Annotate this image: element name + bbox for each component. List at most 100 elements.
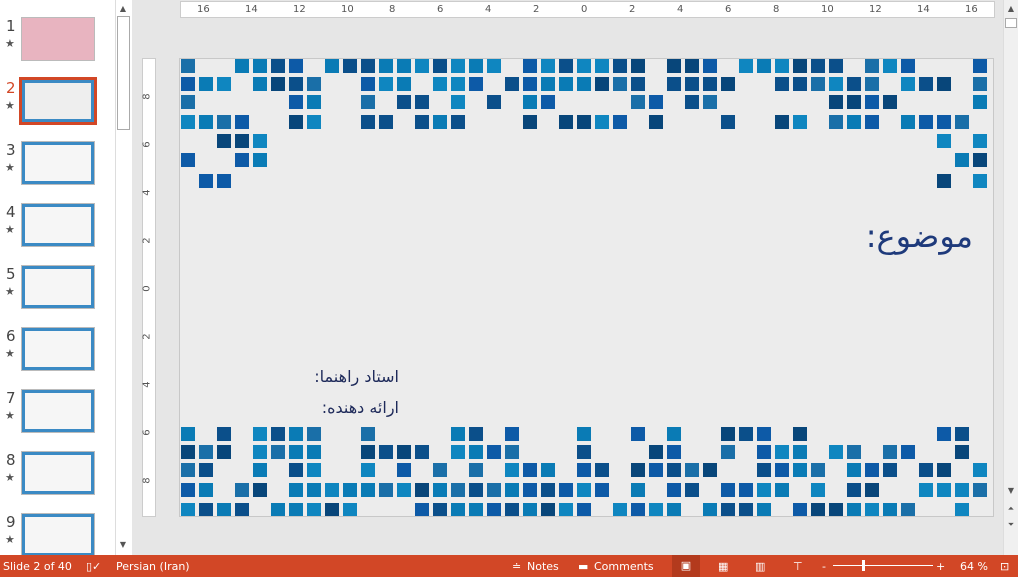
decorative-square bbox=[379, 77, 393, 91]
presenter-label[interactable]: ارائه دهنده: bbox=[322, 398, 399, 417]
decorative-square bbox=[253, 427, 267, 441]
slide-thumbnail-image[interactable] bbox=[21, 203, 95, 247]
editor-scrollbar[interactable]: ▲ ▼ ⏶ ⏷ bbox=[1003, 0, 1018, 555]
previous-slide-button[interactable]: ⏶ bbox=[1004, 502, 1018, 516]
slide-title[interactable]: موضوع: bbox=[866, 217, 973, 255]
supervisor-label[interactable]: استاد راهنما: bbox=[314, 367, 399, 386]
spellcheck-icon[interactable]: ▯✓ bbox=[86, 560, 101, 573]
decorative-square bbox=[433, 503, 447, 516]
slide-thumbnail[interactable]: 8 ★ bbox=[0, 451, 110, 513]
slide-thumbnail[interactable]: 6 ★ bbox=[0, 327, 110, 389]
ruler-label: 16 bbox=[197, 4, 210, 15]
decorative-square bbox=[595, 463, 609, 477]
zoom-slider-thumb[interactable] bbox=[862, 560, 865, 571]
decorative-square bbox=[235, 134, 249, 148]
decorative-square bbox=[811, 503, 825, 516]
slide-canvas[interactable]: موضوع: استاد راهنما: ارائه دهنده: bbox=[179, 58, 994, 517]
decorative-square bbox=[631, 59, 645, 73]
animation-star-icon: ★ bbox=[5, 99, 15, 112]
slide-sorter-button[interactable]: ▦ bbox=[718, 560, 728, 573]
language-indicator[interactable]: Persian (Iran) bbox=[116, 560, 190, 573]
decorative-square bbox=[901, 115, 915, 129]
thumbnail-scrollbar[interactable]: ▲ ▼ bbox=[115, 0, 131, 555]
decorative-square bbox=[973, 77, 987, 91]
decorative-square bbox=[361, 77, 375, 91]
decorative-square bbox=[865, 95, 879, 109]
decorative-square bbox=[451, 445, 465, 459]
animation-star-icon: ★ bbox=[5, 533, 15, 546]
zoom-level[interactable]: 64 % bbox=[960, 560, 988, 573]
decorative-square bbox=[541, 503, 555, 516]
zoom-out-button[interactable]: - bbox=[822, 560, 826, 573]
decorative-square bbox=[181, 503, 195, 516]
decorative-square bbox=[199, 463, 213, 477]
slide-thumbnail[interactable]: 5 ★ bbox=[0, 265, 110, 327]
decorative-square bbox=[775, 77, 789, 91]
normal-view-button[interactable]: ▣ bbox=[672, 555, 700, 577]
decorative-square bbox=[217, 427, 231, 441]
decorative-square bbox=[559, 77, 573, 91]
reading-view-button[interactable]: ▥ bbox=[755, 560, 765, 573]
slide-thumbnail[interactable]: 3 ★ bbox=[0, 141, 110, 203]
decorative-square bbox=[181, 59, 195, 73]
decorative-square bbox=[577, 77, 591, 91]
decorative-square bbox=[919, 115, 933, 129]
decorative-square bbox=[289, 115, 303, 129]
slide-thumbnail[interactable]: 7 ★ bbox=[0, 389, 110, 451]
slide-thumbnail[interactable]: 4 ★ bbox=[0, 203, 110, 265]
decorative-square bbox=[361, 445, 375, 459]
decorative-square bbox=[613, 77, 627, 91]
slide-thumbnail-image[interactable] bbox=[21, 17, 95, 61]
slide-thumbnail-image[interactable] bbox=[21, 513, 95, 557]
scroll-up-button[interactable]: ▲ bbox=[116, 2, 130, 16]
slide-thumbnail-image[interactable] bbox=[21, 327, 95, 371]
decorative-square bbox=[757, 483, 771, 497]
decorative-square bbox=[649, 445, 663, 459]
decorative-square bbox=[253, 483, 267, 497]
decorative-square bbox=[901, 503, 915, 516]
decorative-square bbox=[487, 503, 501, 516]
notes-button[interactable]: Notes bbox=[527, 560, 559, 573]
decorative-square bbox=[451, 483, 465, 497]
scroll-thumb[interactable] bbox=[117, 16, 130, 130]
decorative-square bbox=[703, 503, 717, 516]
decorative-square bbox=[415, 115, 429, 129]
comments-button[interactable]: Comments bbox=[594, 560, 654, 573]
scroll-up-button[interactable]: ▲ bbox=[1004, 2, 1018, 16]
decorative-square bbox=[811, 59, 825, 73]
ruler-label: 12 bbox=[869, 4, 882, 15]
decorative-square bbox=[811, 483, 825, 497]
notes-icon[interactable]: ≐ bbox=[512, 560, 521, 573]
slide-thumbnail[interactable]: 1 ★ bbox=[0, 17, 110, 79]
zoom-slider[interactable] bbox=[833, 565, 933, 566]
slide-thumbnail-image[interactable] bbox=[21, 389, 95, 433]
slideshow-button[interactable]: ⊤ bbox=[793, 560, 803, 573]
decorative-square bbox=[181, 445, 195, 459]
slide-thumbnail-image[interactable] bbox=[21, 451, 95, 495]
ruler-label: 4 bbox=[141, 189, 153, 196]
ruler-label: 16 bbox=[965, 4, 978, 15]
scroll-down-button[interactable]: ▼ bbox=[116, 538, 130, 552]
scroll-down-button[interactable]: ▼ bbox=[1004, 484, 1018, 498]
slide-thumbnail-image[interactable] bbox=[21, 265, 95, 309]
fit-to-window-icon[interactable]: ⊡ bbox=[1000, 560, 1009, 573]
slide-thumbnail-image[interactable] bbox=[21, 141, 95, 185]
scroll-thumb[interactable] bbox=[1005, 18, 1017, 28]
decorative-square bbox=[199, 503, 213, 516]
ruler-label: 12 bbox=[293, 4, 306, 15]
decorative-square bbox=[703, 463, 717, 477]
decorative-square bbox=[973, 483, 987, 497]
decorative-square bbox=[307, 463, 321, 477]
decorative-square bbox=[631, 77, 645, 91]
decorative-square bbox=[541, 95, 555, 109]
decorative-square bbox=[235, 115, 249, 129]
comments-icon[interactable]: ▬ bbox=[578, 560, 588, 573]
decorative-square bbox=[793, 59, 807, 73]
slide-thumbnail-image[interactable] bbox=[19, 77, 97, 125]
next-slide-button[interactable]: ⏷ bbox=[1004, 518, 1018, 532]
decorative-square bbox=[649, 463, 663, 477]
decorative-square bbox=[613, 503, 627, 516]
zoom-in-button[interactable]: + bbox=[936, 560, 945, 573]
decorative-square bbox=[505, 483, 519, 497]
slide-thumbnail[interactable]: 2 ★ bbox=[0, 77, 110, 141]
